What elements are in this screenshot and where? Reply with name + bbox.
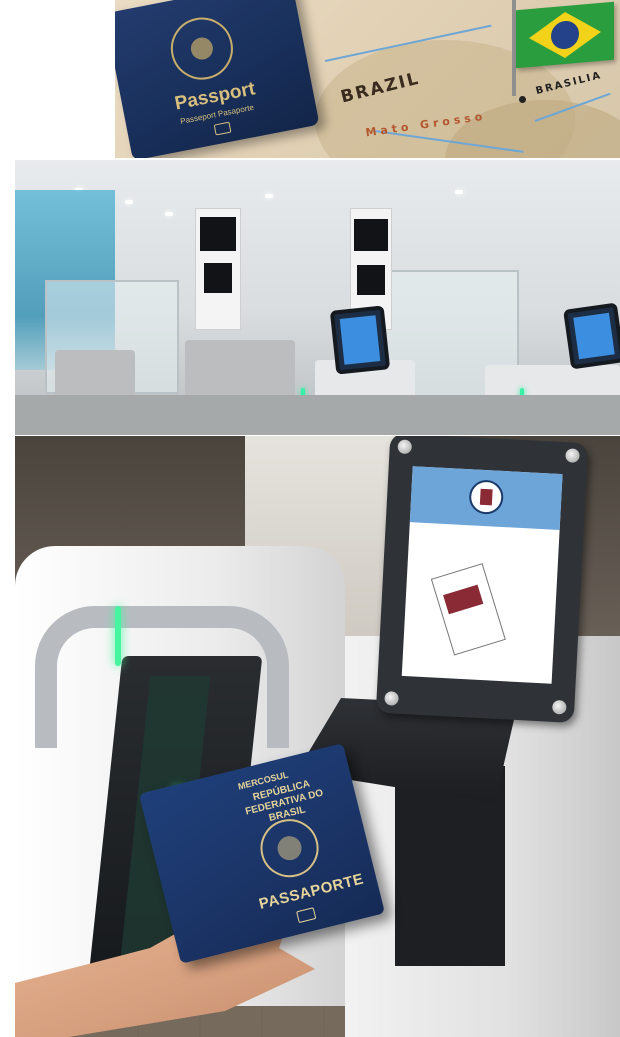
kiosk-screen: [563, 302, 620, 370]
insert-passport-illustration: [430, 563, 506, 656]
passport-scan-icon: [468, 479, 505, 515]
ceiling-light: [455, 190, 463, 194]
chip-icon: [213, 121, 232, 136]
kiosk-display: [573, 312, 615, 360]
gate-status-light: [115, 606, 121, 666]
kiosk-display: [401, 466, 563, 684]
capital-marker: [519, 96, 526, 103]
chip-icon: [296, 907, 317, 924]
tower-screen: [200, 217, 236, 251]
ceiling-light: [125, 200, 133, 204]
brazil-flag: [516, 1, 614, 69]
screen-header: [409, 466, 563, 530]
kiosk-display: [339, 315, 381, 365]
kiosk-monitor: [375, 436, 589, 723]
hall-floor: [15, 395, 620, 435]
bolt-icon: [565, 448, 580, 463]
tower-screen: [357, 265, 385, 295]
bolt-icon: [384, 691, 399, 706]
bolt-icon: [397, 439, 413, 455]
passport-map-photo: BRAZIL Mato Grosso BRASILIA Passport Pas…: [115, 0, 620, 158]
tower-screen: [354, 219, 388, 251]
ceiling-light: [165, 212, 173, 216]
passport-book: Passport Passeport Pasaporte: [115, 0, 320, 158]
gate-camera-tower: [195, 208, 241, 330]
ceiling-light: [265, 194, 273, 198]
kiosk-screen: [329, 305, 391, 375]
icao-emblem-icon: [165, 12, 239, 85]
tower-screen: [204, 263, 232, 293]
egate-hall-photo: [15, 160, 620, 435]
passport-reader-photo: MERCOSUL REPÚBLICA FEDERATIVA DO BRASIL …: [15, 436, 620, 1037]
bolt-icon: [551, 699, 567, 715]
